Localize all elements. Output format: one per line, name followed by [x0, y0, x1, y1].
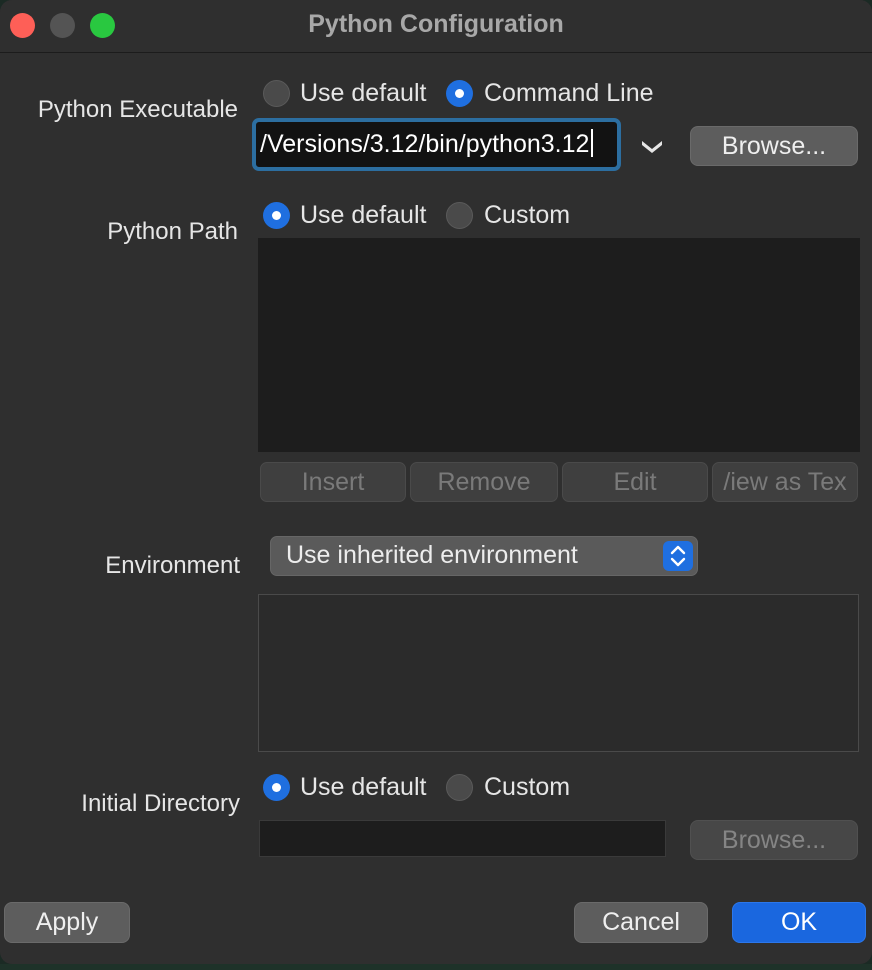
up-down-chevrons-icon	[663, 541, 693, 571]
python-executable-input[interactable]: /Versions/3.12/bin/python3.12	[252, 118, 621, 171]
chevron-down-icon	[642, 141, 662, 153]
title-bar: Python Configuration	[0, 0, 872, 53]
path-view-as-text-button[interactable]: /iew as Tex	[712, 462, 858, 502]
path-custom-label: Custom	[484, 201, 571, 229]
text-caret	[591, 129, 594, 157]
path-remove-button[interactable]: Remove	[410, 462, 558, 502]
directory-custom-label: Custom	[484, 773, 571, 801]
executable-command-line-label: Command Line	[484, 79, 654, 107]
cancel-button[interactable]: Cancel	[574, 902, 708, 943]
path-edit-button[interactable]: Edit	[562, 462, 708, 502]
executable-use-default-label: Use default	[300, 79, 427, 107]
environment-variables-box[interactable]	[258, 594, 859, 752]
directory-use-default-radio[interactable]	[263, 774, 290, 801]
python-path-label: Python Path	[107, 218, 238, 245]
directory-browse-button[interactable]: Browse...	[690, 820, 858, 860]
python-configuration-dialog: Python Configuration Python Executable U…	[0, 0, 872, 964]
python-path-list[interactable]	[258, 238, 860, 452]
initial-directory-label: Initial Directory	[81, 790, 240, 817]
executable-use-default-radio[interactable]	[263, 80, 290, 107]
desktop-background	[0, 964, 872, 970]
path-insert-button[interactable]: Insert	[260, 462, 406, 502]
directory-use-default-label: Use default	[300, 773, 427, 801]
environment-label: Environment	[105, 552, 240, 579]
environment-selected-value: Use inherited environment	[286, 541, 578, 569]
ok-button[interactable]: OK	[732, 902, 866, 943]
path-custom-radio[interactable]	[446, 202, 473, 229]
executable-command-line-radio[interactable]	[446, 80, 473, 107]
directory-custom-radio[interactable]	[446, 774, 473, 801]
apply-button[interactable]: Apply	[4, 902, 130, 943]
executable-history-dropdown-icon[interactable]	[636, 132, 668, 162]
path-use-default-label: Use default	[300, 201, 427, 229]
python-executable-value: /Versions/3.12/bin/python3.12	[260, 130, 590, 158]
environment-popup-button[interactable]: Use inherited environment	[270, 536, 698, 576]
python-executable-label: Python Executable	[37, 96, 238, 123]
window-title: Python Configuration	[308, 10, 564, 38]
executable-browse-button[interactable]: Browse...	[690, 126, 858, 166]
path-use-default-radio[interactable]	[263, 202, 290, 229]
initial-directory-input[interactable]	[259, 820, 666, 857]
